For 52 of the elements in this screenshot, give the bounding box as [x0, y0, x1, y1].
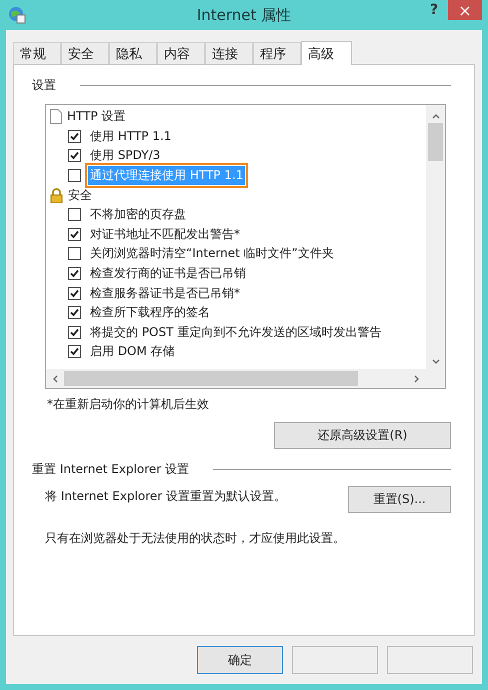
reset-description: 将 Internet Explorer 设置重置为默认设置。 [45, 488, 286, 505]
window-title: Internet 属性 [196, 6, 292, 24]
checkbox[interactable] [68, 306, 81, 320]
globe-icon [8, 6, 26, 24]
checkbox[interactable] [68, 130, 81, 143]
tab[interactable]: 连接 [205, 42, 253, 64]
scroll-thumb[interactable] [428, 123, 443, 161]
option-label[interactable]: 检查服务器证书是否已吊销* [88, 284, 242, 303]
scroll-thumb[interactable] [64, 371, 358, 386]
option-label[interactable]: 检查发行商的证书是否已吊销 [88, 264, 248, 284]
checkbox[interactable] [68, 169, 81, 182]
vertical-scrollbar[interactable] [426, 105, 445, 369]
tab[interactable]: 程序 [253, 42, 301, 64]
checkbox[interactable] [68, 208, 81, 222]
checkbox[interactable] [68, 345, 81, 358]
scroll-left-icon[interactable] [52, 374, 58, 382]
checkbox[interactable] [68, 149, 81, 162]
tab[interactable]: 常规 [13, 42, 61, 64]
option-label[interactable]: 使用 SPDY/3 [88, 146, 162, 166]
option-label[interactable]: 启用 DOM 存储 [88, 342, 177, 362]
option-label[interactable]: 不将加密的页存盘 [88, 205, 188, 224]
tab[interactable]: 内容 [157, 42, 205, 64]
ok-button[interactable]: 确定 [197, 646, 283, 674]
option-label[interactable]: 关闭浏览器时清空“Internet 临时文件”文件夹 [88, 244, 336, 264]
checkbox[interactable] [68, 228, 81, 241]
group-label: 安全 [68, 186, 92, 204]
reset-button[interactable]: 重置(S)... [348, 486, 451, 513]
option-label[interactable]: 使用 HTTP 1.1 [88, 126, 174, 146]
restore-button[interactable]: 还原高级设置(R) [274, 422, 451, 449]
option-label[interactable]: 检查所下载程序的签名 [88, 303, 212, 322]
checkbox[interactable] [68, 326, 81, 339]
checkbox[interactable] [68, 286, 81, 300]
help-button[interactable]: ? [420, 0, 448, 21]
close-button[interactable]: × [448, 0, 482, 20]
group-label: HTTP 设置 [67, 108, 126, 126]
scroll-down-icon[interactable] [432, 359, 440, 365]
group-title: 设置 [32, 77, 56, 94]
option-label[interactable]: 对证书地址不匹配发出警告* [88, 224, 242, 244]
group-title: 重置 Internet Explorer 设置 [32, 461, 190, 478]
tab[interactable]: 安全 [61, 42, 109, 64]
tab[interactable]: 高级 [301, 41, 352, 65]
checkbox[interactable] [68, 267, 81, 280]
document-icon [50, 109, 62, 124]
restart-note: *在重新启动你的计算机后生效 [47, 396, 210, 413]
reset-note: 只有在浏览器处于无法使用的状态时，才应使用此设置。 [45, 530, 346, 547]
tab[interactable]: 隐私 [109, 42, 157, 64]
lock-icon [50, 188, 63, 203]
scroll-up-icon[interactable] [432, 113, 440, 119]
horizontal-scrollbar[interactable] [46, 369, 445, 388]
checkbox[interactable] [68, 247, 81, 260]
option-label[interactable]: 将提交的 POST 重定向到不允许发送的区域时发出警告 [88, 322, 384, 342]
scroll-right-icon[interactable] [414, 374, 420, 382]
